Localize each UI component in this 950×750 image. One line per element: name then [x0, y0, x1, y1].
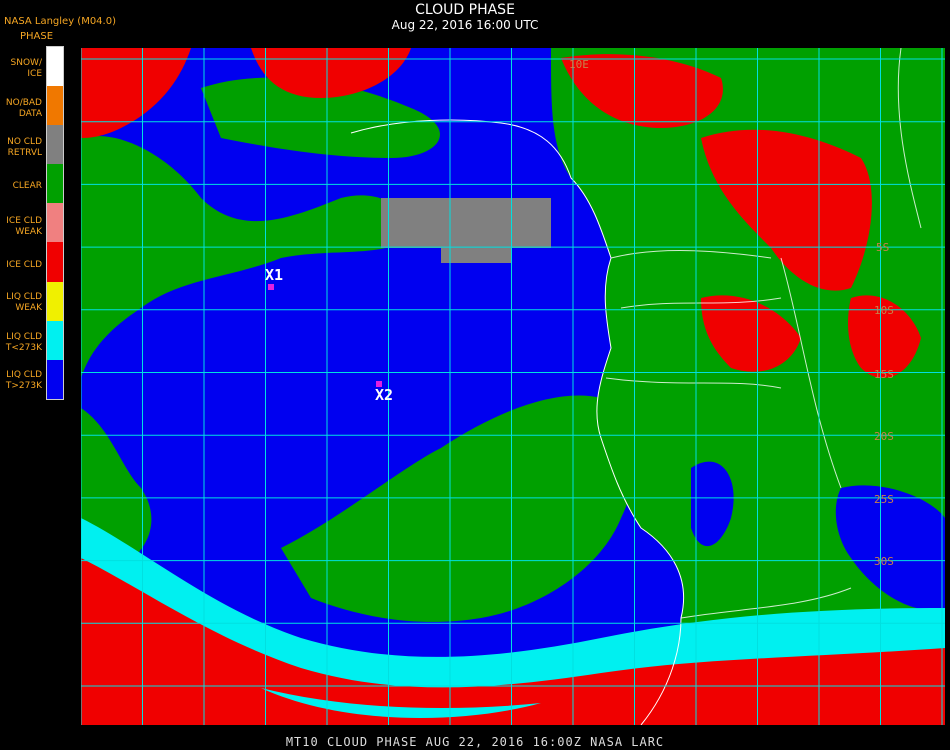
- legend-swatch: [47, 320, 63, 360]
- legend-swatch: [47, 203, 63, 243]
- lat-label-10s: 10S: [874, 304, 894, 317]
- footer-caption: MT10 CLOUD PHASE AUG 22, 2016 16:00Z NAS…: [285, 735, 665, 749]
- lon-label-10e: 10E: [569, 58, 589, 71]
- legend-swatch: [47, 359, 63, 399]
- legend-swatch: [47, 164, 63, 204]
- map-title: CLOUD PHASE: [415, 2, 515, 18]
- map-timestamp: Aug 22, 2016 16:00 UTC: [391, 18, 539, 32]
- legend-title: PHASE: [20, 31, 54, 42]
- legend-label: NO/BAD DATA: [5, 98, 42, 119]
- lat-label-20s: 20S: [874, 430, 894, 443]
- lat-label-15s: 15S: [874, 368, 894, 381]
- legend-swatch: [47, 86, 63, 126]
- legend-label: LIQ CLD T>273K: [5, 370, 42, 391]
- legend-label: ICE CLD: [6, 260, 42, 270]
- legend-swatch: [47, 242, 63, 282]
- legend-label: ICE CLD WEAK: [6, 216, 42, 237]
- legend-labels: SNOW/ICE NO/BAD DATA NO CLD RETRVL CLEAR I…: [0, 46, 44, 400]
- legend-swatch: [47, 281, 63, 321]
- legend-label: LIQ CLD WEAK: [6, 292, 42, 313]
- legend-label: LIQ CLD T<273K: [5, 332, 42, 353]
- legend-color-bar: [46, 46, 64, 400]
- legend-label: SNOW/ICE: [10, 58, 42, 79]
- marker-x1-label: X1: [265, 266, 284, 284]
- legend-swatch: [47, 47, 63, 87]
- legend-swatch: [47, 125, 63, 165]
- marker-x2-label: X2: [375, 386, 394, 404]
- map-canvas: 5S 10S 15S 20S 25S 30S 10E: [81, 48, 945, 725]
- legend-label: NO CLD RETRVL: [7, 137, 42, 158]
- lat-label-30s: 30S: [874, 555, 894, 568]
- lat-label-5s: 5S: [876, 241, 889, 254]
- marker-x1-dot[interactable]: [268, 284, 274, 290]
- lat-label-25s: 25S: [874, 493, 894, 506]
- brand-label: NASA Langley (M04.0): [4, 16, 116, 27]
- cloud-phase-map[interactable]: 5S 10S 15S 20S 25S 30S 10E: [81, 48, 945, 725]
- legend-label: CLEAR: [12, 181, 42, 191]
